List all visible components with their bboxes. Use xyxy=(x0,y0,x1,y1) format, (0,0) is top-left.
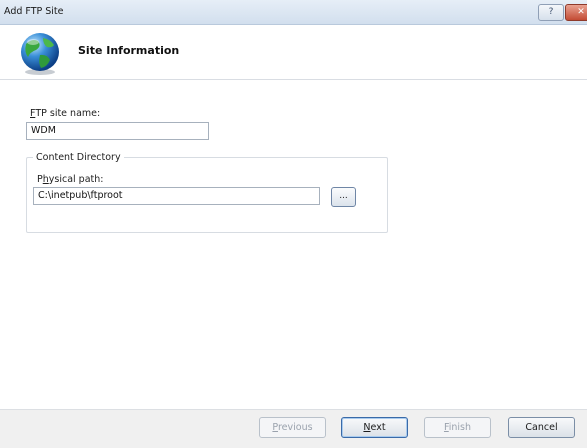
wizard-header: Site Information xyxy=(0,25,587,80)
globe-icon xyxy=(21,33,59,75)
physical-path-label: Physical path: xyxy=(37,174,104,185)
close-button[interactable]: ✕ xyxy=(565,4,587,21)
ftp-site-name-label: FTP site name: xyxy=(30,108,101,119)
window-title: Add FTP Site xyxy=(4,6,64,17)
previous-button[interactable]: Previous xyxy=(259,417,326,438)
physical-path-input[interactable]: C:\inetpub\ftproot xyxy=(33,187,320,205)
content-directory-legend: Content Directory xyxy=(33,152,124,163)
browse-button[interactable]: ... xyxy=(331,187,356,207)
title-bar: Add FTP Site ? ✕ xyxy=(0,0,587,25)
cancel-button[interactable]: Cancel xyxy=(508,417,575,438)
finish-button[interactable]: Finish xyxy=(424,417,491,438)
next-button[interactable]: Next xyxy=(341,417,408,438)
help-button[interactable]: ? xyxy=(538,4,564,21)
page-heading: Site Information xyxy=(78,44,180,57)
ftp-site-name-input[interactable]: WDM xyxy=(26,122,209,140)
